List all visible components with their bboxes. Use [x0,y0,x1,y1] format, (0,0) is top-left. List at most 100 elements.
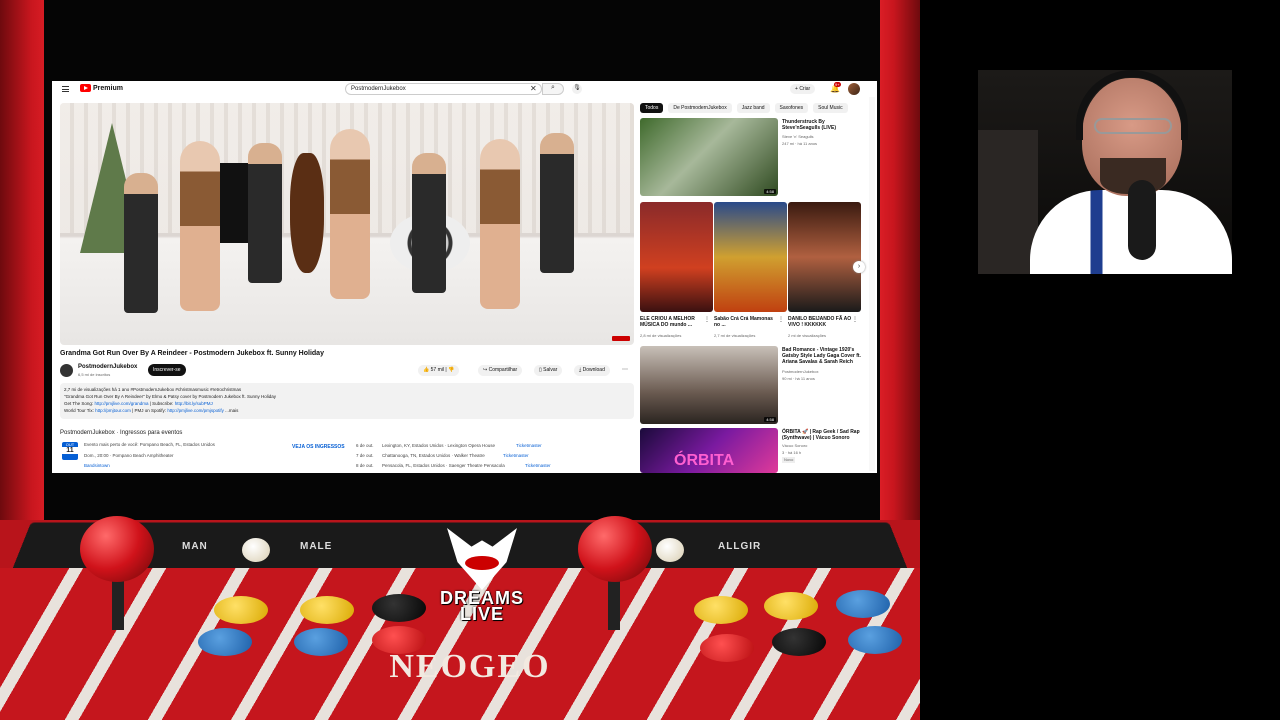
menu-icon[interactable] [62,86,69,92]
video-title: Grandma Got Run Over By A Reindeer - Pos… [60,350,324,357]
create-button[interactable]: + Criar [790,84,816,94]
share-icon: ↪ [483,367,488,373]
cabinet-side-right [876,0,920,520]
short-thumbnail[interactable] [714,202,787,312]
show-more-link[interactable]: ...mais [225,408,238,413]
recommendation-thumbnail[interactable]: ÓRBITA [640,428,778,473]
description-link[interactable]: http://bit.ly/subPMJ [175,401,213,406]
more-actions-icon[interactable]: ⋯ [622,366,628,373]
short-title[interactable]: Sabão Crá Crá Mamonas no ... [714,316,778,328]
desc-separator: | Subscribe: [148,401,174,406]
short-menu-icon[interactable]: ⋮ [852,316,858,323]
mic-icon[interactable]: 🎙 [572,84,582,94]
event-row-vendor[interactable]: Ticketmaster [525,463,551,468]
youtube-logo[interactable]: Premium [80,84,123,92]
streamer-webcam [978,70,1232,274]
search-input[interactable]: PostmodernJukebox [345,83,542,95]
arcade-button-yellow [764,592,818,620]
recommendation-channel[interactable]: Steve 'n' Seagulls [782,134,814,140]
video-upright-bass [290,153,324,273]
short-title[interactable]: ELE CRIOU A MELHOR MÚSICA DO mundo ... [640,316,704,328]
subscribe-button[interactable]: Inscrever-se [148,364,186,376]
event-date-badge: OUT 11 [62,442,78,460]
search-button[interactable]: ⌕ [542,83,564,95]
short-title[interactable]: DANILO BEIJANDO FÃ AO VIVO ! KKKKKK [788,316,852,328]
recommendation-channel[interactable]: PostmodernJukebox [782,369,818,375]
short-views: 2,7 mi de visualizações [714,333,756,338]
thumbs-up-icon: 👍 [423,367,430,373]
short-thumbnail[interactable] [640,202,713,312]
youtube-page: Premium PostmodernJukebox ✕ ⌕ 🎙 + Criar … [52,81,877,473]
video-description[interactable]: 2,7 mi de visualizações há 1 ano #Postmo… [60,383,634,419]
chip-soul-music[interactable]: Soul Music [813,103,848,113]
account-avatar[interactable] [848,83,860,95]
event-row-vendor[interactable]: Ticketmaster [503,453,529,458]
description-stats: 2,7 mi de visualizações há 1 ano #Postmo… [64,387,242,392]
arcade-button-black [772,628,826,656]
video-duration: 4:58 [764,417,776,422]
short-menu-icon[interactable]: ⋮ [704,316,710,323]
short-views: 2,8 mi de visualizações [640,333,682,338]
description-link[interactable]: http://pmjtour.com [95,408,131,413]
logo-line-2: LIVE [459,604,504,624]
microphone-icon [1128,180,1156,260]
chip-jazz-band[interactable]: Jazz band [736,103,770,113]
arcade-button-black [372,594,426,622]
short-thumbnail[interactable] [788,202,861,312]
webcam-background [978,130,1038,274]
short-views: 2 mi de visualizações [788,333,827,338]
download-icon: ⤓ [579,367,582,373]
new-badge: Novo [782,457,796,463]
like-button[interactable]: 👍 57 mil | 👎 [418,365,460,376]
joystick-left [80,516,154,582]
description-line-2: Get The Song: http://pmjlive.com/grandma… [64,400,630,407]
arcade-button-yellow [300,596,354,624]
save-button[interactable]: ▯ Salvar [534,365,563,376]
video-overlay-badge [612,336,630,341]
event-row-vendor[interactable]: Ticketmaster [516,443,542,448]
chip-all[interactable]: Todos [640,103,664,113]
channel-name[interactable]: PostmodernJukebox [78,364,137,370]
recommendation-title[interactable]: ÓRBITA 🚀 | Rap Geek / Sad Rap (Synthwave… [782,429,864,441]
share-button[interactable]: ↪ Compartilhar [478,365,523,376]
event-first-link[interactable]: Bandsintown [84,463,110,468]
arcade-button-blue [836,590,890,618]
start-button-right [656,538,684,562]
description-line-1: "Grandma Got Run Over By A Reindeer" by … [64,394,277,399]
video-musician [540,133,574,273]
arcade-button-red [700,634,754,662]
clear-search-icon[interactable]: ✕ [530,84,537,93]
subscriber-count: 6,5 mi de inscritos [78,372,111,377]
video-player[interactable] [60,103,634,345]
scrollbar[interactable] [869,97,875,471]
chevron-right-icon[interactable]: › [853,261,865,273]
headphones-icon [1076,70,1188,140]
video-performer [180,141,220,311]
youtube-play-icon [80,84,91,92]
description-link[interactable]: http://pmjlive.com/pmjspotify [167,408,224,413]
arcade-button-yellow [214,596,268,624]
panel-label-left-1: MAN [182,541,208,552]
recommendation-thumbnail[interactable]: 4:58 [640,346,778,424]
youtube-header: Premium PostmodernJukebox ✕ ⌕ 🎙 + Criar … [52,81,877,97]
event-row-place: Chattanooga, TN, Estados Unidos · Walker… [382,453,485,458]
chip-channel[interactable]: De PostmodernJukebox [668,103,732,113]
notification-count: 9+ [834,82,841,87]
recommendation-channel[interactable]: Vácuo Sonoro [782,443,807,449]
recommendation-title[interactable]: Bad Romance - Vintage 1920's Gatsby Styl… [782,347,864,365]
event-first-title: Evento mais perto de você: Pompano Beach… [84,442,215,447]
recommendation-thumbnail[interactable]: 4:58 [640,118,778,196]
short-menu-icon[interactable]: ⋮ [778,316,784,323]
event-row-place: Pensacola, FL, Estados Unidos · Saenger … [382,463,505,468]
event-day: 11 [62,447,78,454]
recommendation-title[interactable]: Thunderstruck By Steve'nSeagulls (LIVE) [782,119,864,131]
chip-saxophones[interactable]: Saxofones [774,103,809,113]
channel-avatar[interactable] [60,364,73,377]
create-label: Criar [799,86,811,92]
description-link[interactable]: http://pmjlive.com/grandma [94,401,148,406]
desc-label: Get The Song: [64,401,94,406]
desc-label: World Tour Tix: [64,408,94,413]
download-button[interactable]: ⤓ Download [574,365,610,376]
buy-tickets-button[interactable]: VEJA OS INGRESSOS [292,444,345,450]
video-performer [330,129,370,299]
